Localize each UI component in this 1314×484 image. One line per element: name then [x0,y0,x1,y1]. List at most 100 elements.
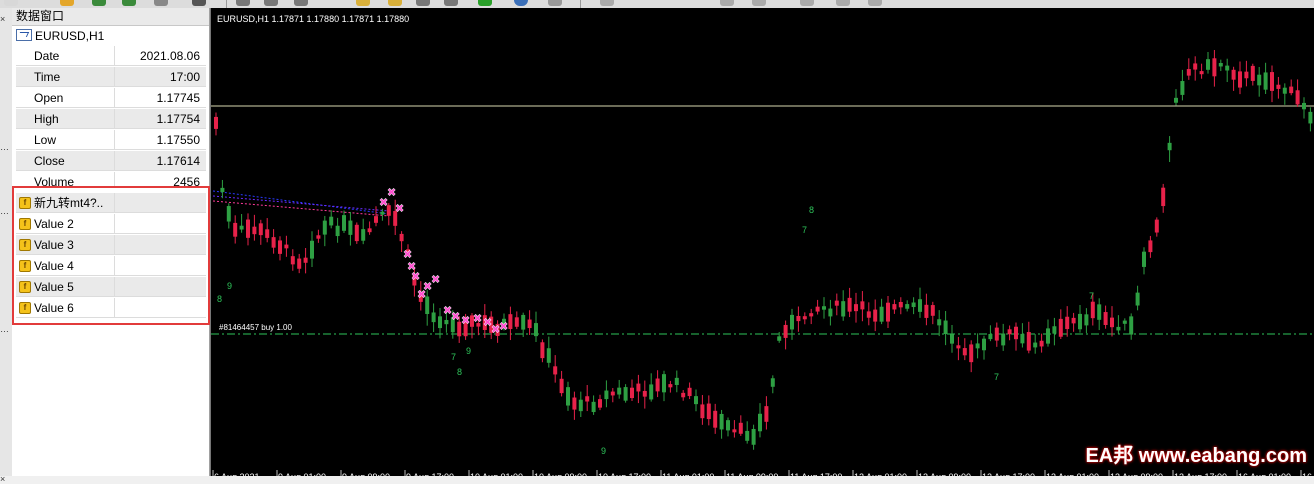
candle-body [642,390,647,397]
toolbar-icon[interactable] [388,0,402,6]
toolbar-icon[interactable] [720,0,734,6]
candle-body [342,215,346,231]
indicator-icon: f [19,239,31,251]
chart-icon [16,29,32,41]
data-row: Open 1.17745 [16,88,206,109]
close-icon[interactable]: × [0,14,8,24]
candle-body [297,258,302,269]
candle-body [290,256,295,265]
candle-body [226,206,231,222]
candle-body [1090,301,1095,319]
data-row: Low 1.17550 [16,130,206,151]
row-label: Volume [16,172,114,186]
x-tick-label: 16 Aug 09:00 [1302,472,1314,476]
x-tick-label: 13 Aug 09:00 [1110,472,1163,476]
candle-body [380,211,385,215]
candle-body [1148,240,1153,253]
toolbar-icon[interactable] [294,0,308,6]
candle-body [655,378,660,392]
signal-markers: ✖✖✖✖✖✖✖✖✖✖✖ ✖ ✖ ✖✖✖ [379,186,509,336]
candle-body [694,396,698,405]
candle-body [534,323,538,337]
toolbar-icon[interactable] [752,0,766,6]
toolbar-icon[interactable] [416,0,430,6]
candle-body [713,410,718,428]
candle-body [783,324,788,338]
row-label: High [16,109,114,129]
toolbar-icon[interactable] [236,0,250,6]
indicator-icon: f [19,302,31,314]
row-value [114,235,206,255]
count-label: 8 [809,205,814,215]
toolbar-icon[interactable] [356,0,370,6]
candle-body [1014,326,1018,340]
candle-body [354,224,359,242]
candle-body [431,312,436,323]
row-value: 2021.08.06 [114,46,206,66]
toolbar-icon[interactable] [264,0,278,6]
candle-body [335,225,340,237]
candle-body [508,314,513,330]
count-label: 9 [601,446,606,456]
candle-body [1244,71,1249,79]
x-tick-label: 13 Aug 01:00 [1046,472,1099,476]
add-icon[interactable] [478,0,492,6]
indicator-label: Value 4 [34,259,74,273]
candle-body [918,299,922,312]
toolbar-icon[interactable] [600,0,614,6]
x-tick-label: 13 Aug 17:00 [1174,472,1227,476]
price-chart[interactable]: EURUSD,H1 1.17871 1.17880 1.17871 1.1788… [210,8,1314,476]
candle-body [636,383,641,392]
candle-body [905,304,910,309]
candles [214,50,1313,450]
candle-body [1084,314,1089,326]
chart-header: EURUSD,H1 1.17871 1.17880 1.17871 1.1788… [217,14,409,24]
candle-body [1282,87,1287,94]
candle-body [796,315,801,322]
toolbar-icon[interactable] [192,0,206,6]
row-label: Close [16,151,114,171]
candle-body [764,406,769,422]
candle-body [1174,97,1178,103]
row-label: f Value 6 [16,298,114,318]
candle-body [367,228,372,233]
toolbar-icon[interactable] [92,0,106,6]
toolbar-icon[interactable] [800,0,814,6]
candle-body [278,240,282,254]
toolbar-icon[interactable] [514,0,528,6]
row-label: f Value 3 [16,235,114,255]
candle-body [1097,304,1102,320]
indicator-label: Value 6 [34,301,74,315]
candle-body [943,320,948,335]
indicator-icon: f [19,197,31,209]
x-tick-label: 6 Aug 2021 [214,472,260,476]
chart-canvas[interactable]: EURUSD,H1 1.17871 1.17880 1.17871 1.1788… [211,8,1314,476]
candle-body [1142,251,1146,267]
toolbar-icon[interactable] [60,0,74,6]
candle-body [271,237,276,248]
toolbar-icon[interactable] [444,0,458,6]
candle-body [975,343,980,349]
trend-line[interactable] [212,190,390,215]
toolbar-icon[interactable] [836,0,850,6]
toolbar-icon[interactable] [4,0,18,6]
toolbar-icon[interactable] [154,0,168,6]
candle-body [822,306,826,310]
left-dock-strip: × … … … × [0,8,12,484]
toolbar-icon[interactable] [548,0,562,6]
data-row: Time 17:00 [16,67,206,88]
toolbar-icon[interactable] [122,0,136,6]
indicator-label: Value 3 [34,238,74,252]
candle-body [546,348,551,363]
toolbar-icon[interactable] [868,0,882,6]
signal-marker: ✖ [411,270,420,283]
candle-body [1103,312,1108,326]
candle-body [1206,59,1210,70]
x-tick-label: 16 Aug 01:00 [1238,472,1291,476]
indicator-label: Value 2 [34,217,74,231]
row-value: 1.17754 [114,109,206,129]
candle-body [892,304,897,310]
symbol-label: EURUSD,H1 [35,29,105,43]
candle-body [937,319,942,326]
candle-body [623,387,628,401]
